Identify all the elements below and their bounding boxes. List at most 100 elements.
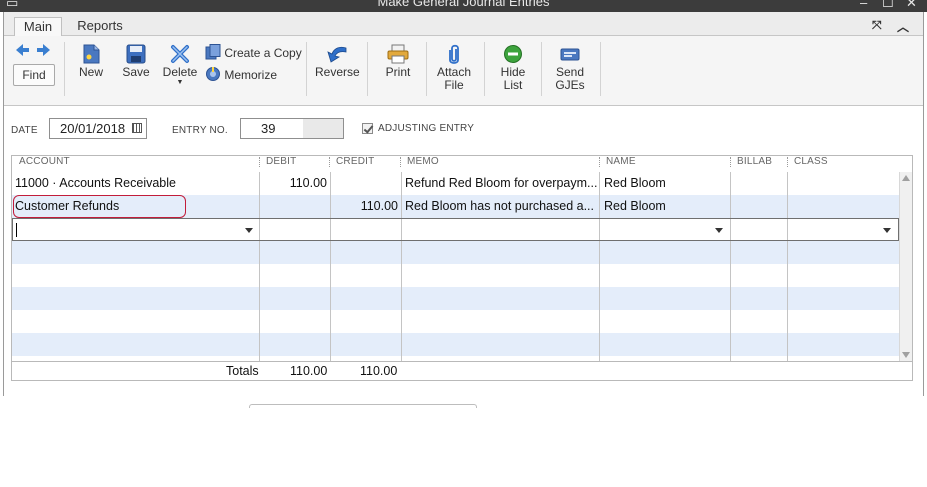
vertical-scrollbar[interactable] xyxy=(899,172,912,361)
column-divider xyxy=(401,172,402,361)
delete-label: Delete xyxy=(162,65,198,79)
totals-label: Totals xyxy=(226,364,259,378)
toolbar: Find New Save Delete ▼ Create a Copy Mem… xyxy=(4,36,923,106)
column-divider xyxy=(730,172,731,361)
header-class[interactable]: CLASS xyxy=(794,156,828,167)
table-row-empty[interactable] xyxy=(12,264,899,287)
scroll-down-icon[interactable] xyxy=(902,352,910,358)
hide-list-label: List xyxy=(503,78,523,92)
tab-main[interactable]: Main xyxy=(14,17,62,37)
row-memo[interactable]: Refund Red Bloom for overpaym... xyxy=(402,172,600,195)
attach-file-label: File xyxy=(444,78,464,92)
paperclip-icon xyxy=(449,44,459,64)
class-dropdown-icon[interactable] xyxy=(883,228,891,233)
delete-dropdown-icon[interactable]: ▼ xyxy=(161,79,199,87)
total-credit: 110.00 xyxy=(360,364,398,378)
close-icon[interactable]: ✕ xyxy=(906,0,917,11)
highlight-annotation xyxy=(13,195,186,218)
send-gjes-button[interactable]: Send GJEs xyxy=(551,44,589,92)
header-account[interactable]: ACCOUNT xyxy=(19,156,70,167)
row-credit[interactable] xyxy=(331,172,401,195)
title-bar: Make General Journal Entries ▭ ‒ ☐ ✕ xyxy=(0,0,927,12)
column-resize-handle[interactable] xyxy=(599,157,600,167)
reverse-label: Reverse xyxy=(315,65,360,79)
column-divider xyxy=(401,219,402,240)
next-arrow-icon[interactable] xyxy=(37,44,50,56)
window-title: Make General Journal Entries xyxy=(377,0,550,9)
column-resize-handle[interactable] xyxy=(730,157,731,167)
create-copy-button[interactable]: Create a Copy xyxy=(205,44,302,60)
active-edit-row[interactable] xyxy=(12,218,899,241)
delete-button[interactable]: Delete ▼ xyxy=(161,44,199,87)
column-divider xyxy=(730,219,731,240)
entry-no-field[interactable]: 39 xyxy=(240,118,344,139)
header-name[interactable]: NAME xyxy=(606,156,636,167)
window-menu-icon[interactable]: ▭ xyxy=(6,0,18,11)
save-button[interactable]: Save xyxy=(120,44,152,79)
column-divider xyxy=(787,219,788,240)
column-resize-handle[interactable] xyxy=(329,157,330,167)
date-label: DATE xyxy=(11,125,38,136)
new-button[interactable]: New xyxy=(76,44,106,79)
column-divider xyxy=(599,172,600,361)
delete-x-icon xyxy=(171,45,189,63)
column-divider xyxy=(330,172,331,361)
toolbar-separator xyxy=(306,42,307,96)
previous-arrow-icon[interactable] xyxy=(16,44,29,56)
column-resize-handle[interactable] xyxy=(400,157,401,167)
tab-reports[interactable]: Reports xyxy=(70,17,130,37)
memorize-button[interactable]: Memorize xyxy=(205,66,277,82)
column-resize-handle[interactable] xyxy=(787,157,788,167)
table-row-empty[interactable] xyxy=(12,310,899,333)
reverse-arrow-icon xyxy=(327,46,347,63)
toolbar-separator xyxy=(367,42,368,96)
maximize-icon[interactable]: ☐ xyxy=(882,0,894,11)
attach-file-button[interactable]: Attach File xyxy=(434,44,474,92)
calendar-icon[interactable] xyxy=(132,123,142,133)
header-credit[interactable]: CREDIT xyxy=(336,156,374,167)
row-name[interactable]: Red Bloom xyxy=(601,172,731,195)
hide-list-button[interactable]: Hide List xyxy=(494,44,532,92)
table-row[interactable]: 11000 · Accounts Receivable 110.00 Refun… xyxy=(12,172,899,195)
table-row-empty[interactable] xyxy=(12,241,899,264)
header-memo[interactable]: MEMO xyxy=(407,156,439,167)
column-divider xyxy=(599,219,600,240)
new-label: New xyxy=(78,65,103,79)
account-dropdown-icon[interactable] xyxy=(245,228,253,233)
name-dropdown-icon[interactable] xyxy=(715,228,723,233)
printer-icon xyxy=(387,44,409,64)
scroll-up-icon[interactable] xyxy=(902,175,910,181)
totals-row: Totals 110.00 110.00 xyxy=(12,361,912,380)
column-divider xyxy=(330,219,331,240)
toolbar-separator xyxy=(541,42,542,96)
header-billable[interactable]: BILLAB xyxy=(737,156,772,167)
send-icon xyxy=(560,48,580,61)
nav-arrows-icon xyxy=(16,44,50,56)
header-debit[interactable]: DEBIT xyxy=(266,156,296,167)
row-debit[interactable] xyxy=(260,195,330,218)
row-credit[interactable]: 110.00 xyxy=(331,195,401,218)
minimize-icon[interactable]: ‒ xyxy=(860,0,867,10)
adjusting-entry-checkbox[interactable] xyxy=(362,123,373,134)
hidden-panel-edge xyxy=(249,404,477,408)
row-name[interactable]: Red Bloom xyxy=(601,195,731,218)
column-divider xyxy=(259,219,260,240)
find-button[interactable]: Find xyxy=(13,64,55,86)
memorize-icon xyxy=(206,67,220,81)
table-row-empty[interactable] xyxy=(12,287,899,310)
create-copy-label: Create a Copy xyxy=(224,46,302,60)
column-resize-handle[interactable] xyxy=(259,157,260,167)
print-label: Print xyxy=(385,65,411,79)
print-button[interactable]: Print xyxy=(380,44,416,79)
memorize-label: Memorize xyxy=(224,68,278,82)
date-field[interactable]: 20/01/2018 xyxy=(49,118,147,139)
tab-strip: Main Reports ⤧ ︿ xyxy=(4,12,923,37)
row-memo[interactable]: Red Bloom has not purchased a... xyxy=(402,195,600,218)
date-value: 20/01/2018 xyxy=(60,121,126,136)
expand-icon[interactable]: ⤧ xyxy=(872,18,882,33)
table-row-empty[interactable] xyxy=(12,333,899,356)
row-account[interactable]: 11000 · Accounts Receivable xyxy=(12,172,259,195)
reverse-button[interactable]: Reverse xyxy=(315,44,360,79)
row-debit[interactable]: 110.00 xyxy=(260,172,330,195)
collapse-ribbon-icon[interactable]: ︿ xyxy=(897,18,909,35)
